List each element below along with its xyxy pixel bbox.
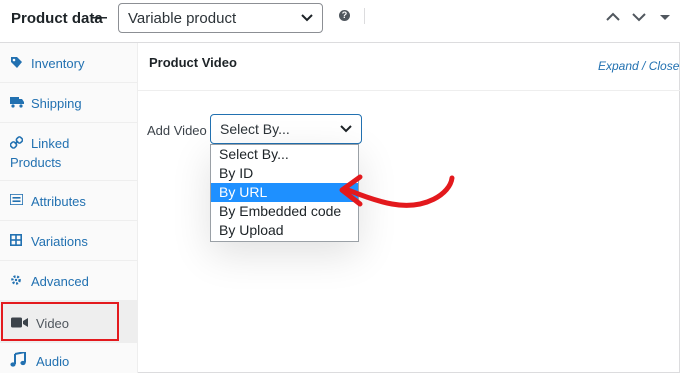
tab-label: Linked	[31, 136, 70, 151]
tab-advanced[interactable]: Advanced	[0, 261, 137, 301]
tab-audio[interactable]: Audio	[0, 343, 137, 373]
tab-label: Advanced	[31, 274, 89, 289]
option-by-upload[interactable]: By Upload	[211, 221, 358, 240]
tab-linked-products[interactable]: Linked Products	[0, 123, 137, 181]
tab-label: Attributes	[31, 194, 86, 209]
chevron-up-icon[interactable]	[604, 8, 622, 26]
tab-label: Variations	[31, 234, 88, 249]
panel-divider	[137, 90, 680, 91]
music-icon	[10, 352, 26, 367]
add-video-label: Add Video	[147, 123, 207, 138]
list-icon	[10, 194, 23, 205]
tab-label: Shipping	[31, 96, 82, 111]
panel-title: Product Video	[149, 55, 237, 70]
tab-shipping[interactable]: Shipping	[0, 83, 137, 123]
chevron-down-icon	[340, 125, 352, 133]
product-type-select[interactable]: Variable product	[118, 3, 323, 33]
header-dash: —	[92, 9, 107, 26]
tab-label: Audio	[36, 354, 70, 369]
tab-inventory[interactable]: Inventory	[0, 43, 137, 83]
tab-attributes[interactable]: Attributes	[0, 181, 137, 221]
toggle-arrow-icon[interactable]	[658, 8, 672, 26]
header-separator	[364, 8, 365, 24]
chevron-down-icon[interactable]	[630, 8, 648, 26]
tab-label-line2: Products	[10, 155, 62, 170]
tab-variations[interactable]: Variations	[0, 221, 137, 261]
grid-icon	[10, 234, 22, 246]
tab-label: Inventory	[31, 56, 85, 71]
add-video-select-value: Select By...	[220, 121, 290, 137]
annotation-arrow-icon	[339, 174, 455, 208]
add-video-select[interactable]: Select By...	[210, 114, 362, 144]
truck-icon	[10, 97, 24, 108]
tag-icon	[11, 57, 22, 68]
help-icon[interactable]: ?	[339, 10, 350, 21]
chevron-down-icon	[301, 14, 313, 22]
expand-close-link[interactable]: Expand / Close	[598, 59, 679, 73]
gear-icon	[11, 275, 21, 285]
header-title: Product data	[11, 10, 103, 27]
product-data-header: Product data — Variable product ?	[0, 0, 680, 43]
product-type-value: Variable product	[128, 10, 237, 27]
video-tab-highlight	[1, 302, 119, 341]
link-icon	[10, 136, 23, 149]
